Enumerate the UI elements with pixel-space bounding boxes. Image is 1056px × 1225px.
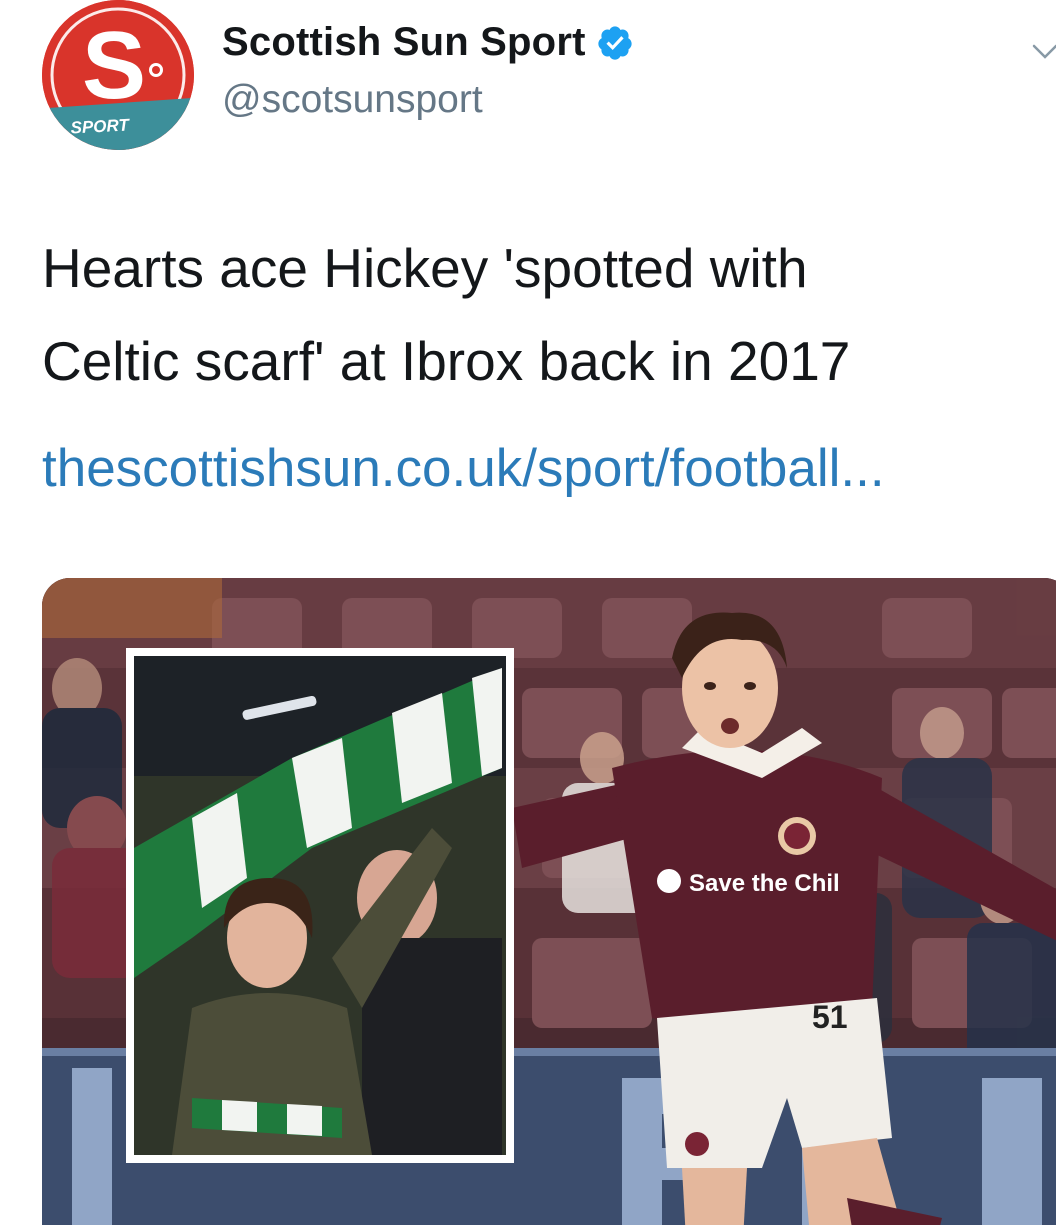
media-image[interactable]: Save the Chil 51 — [42, 578, 1056, 1225]
display-name[interactable]: Scottish Sun Sport — [222, 20, 634, 65]
inset-photo — [126, 648, 514, 1163]
account-avatar[interactable]: S SPORT — [42, 0, 194, 150]
verified-badge-icon — [597, 25, 632, 60]
tweet-text: Hearts ace Hickey 'spotted with Celtic s… — [42, 222, 1042, 408]
tweet-text-line-1: Hearts ace Hickey 'spotted with — [42, 237, 808, 299]
tweet-text-line-2: Celtic scarf' at Ibrox back in 2017 — [42, 330, 851, 392]
account-handle[interactable]: @scotsunsport — [222, 78, 483, 122]
tweet-card: S SPORT Scottish Sun Sport @scotsunsport… — [0, 0, 1056, 1225]
shirt-number-text: 51 — [812, 999, 848, 1035]
shirt-sponsor-text: Save the Chil — [689, 870, 840, 897]
display-name-text: Scottish Sun Sport — [222, 20, 586, 64]
tweet-link[interactable]: thescottishsun.co.uk/sport/football... — [42, 438, 1056, 499]
chevron-down-icon[interactable] — [1030, 36, 1056, 66]
avatar-sport-label: SPORT — [70, 115, 131, 137]
